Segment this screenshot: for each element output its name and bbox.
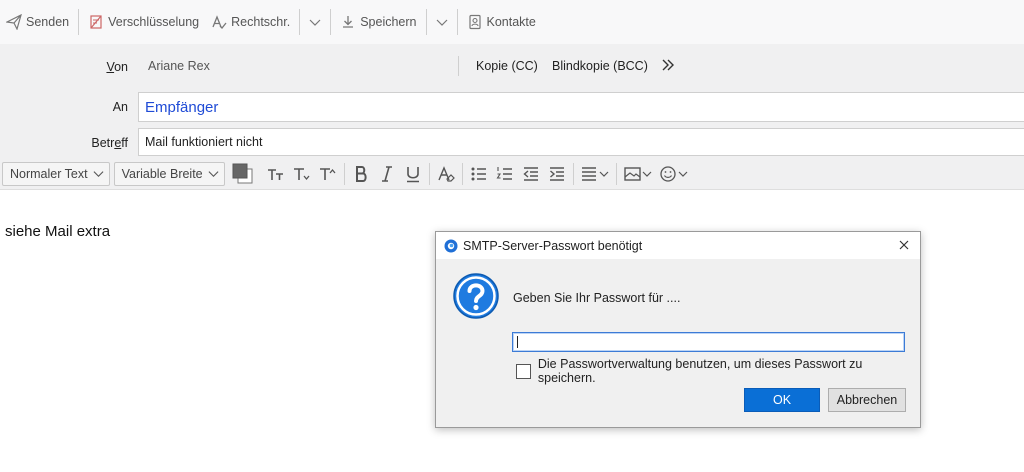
underline-button[interactable] (401, 162, 425, 186)
format-divider (461, 162, 463, 185)
recipient-input[interactable]: Empfänger (138, 92, 1024, 122)
save-password-checkbox[interactable]: Die Passwortverwaltung benutzen, um dies… (516, 357, 920, 385)
font-value: Variable Breite (121, 166, 203, 181)
send-label: Senden (26, 15, 70, 29)
paragraph-style-select[interactable]: Normaler Text (2, 161, 110, 186)
numbered-list-button[interactable] (493, 162, 517, 186)
font-size-button[interactable] (264, 162, 288, 186)
image-icon (623, 166, 652, 181)
message-body-text[interactable]: siehe Mail extra (5, 223, 110, 240)
checkbox-box[interactable] (516, 363, 531, 379)
dialog-titlebar: SMTP-Server-Passwort benötigt (436, 232, 920, 259)
add-cc-button[interactable]: Kopie (CC) (476, 59, 538, 73)
align-icon (581, 166, 609, 181)
outdent-icon (523, 166, 538, 181)
bulleted-list-button[interactable] (467, 162, 491, 186)
bullet-list-icon (471, 167, 486, 180)
format-divider (572, 162, 574, 185)
thunderbird-logo-icon (444, 239, 458, 252)
indent-button[interactable] (545, 162, 569, 186)
contacts-label: Kontakte (486, 15, 536, 29)
clear-formatting-button[interactable] (434, 162, 458, 186)
alignment-dropdown[interactable] (578, 162, 612, 186)
italic-icon (381, 165, 392, 182)
send-icon (6, 14, 22, 30)
text-color-picker[interactable] (231, 162, 255, 186)
text-caret (517, 336, 518, 348)
subject-label-start: Betr (91, 136, 115, 150)
recipient-placeholder: Empfänger (145, 98, 219, 116)
italic-button[interactable] (375, 162, 399, 186)
download-icon (343, 16, 354, 28)
increase-font-size-button[interactable] (316, 162, 340, 186)
font-size-up-icon (319, 167, 336, 180)
message-header: Von Ariane Rex Kopie (CC) Blindkopie (BC… (0, 44, 1024, 158)
header-divider (458, 56, 459, 76)
smiley-icon (659, 165, 688, 182)
chevron-down-icon (309, 19, 321, 26)
to-label: An (112, 100, 128, 114)
chevron-down-icon (93, 171, 104, 178)
contacts-button[interactable]: Kontakte (461, 7, 542, 37)
cancel-button[interactable]: Abbrechen (828, 388, 906, 412)
chevron-down-icon (208, 171, 219, 178)
from-label: Von (106, 60, 128, 74)
clear-format-icon (437, 165, 455, 182)
toolbar-divider (78, 9, 80, 35)
bold-button[interactable] (349, 162, 373, 186)
toolbar-divider (330, 9, 332, 35)
spellcheck-dropdown[interactable] (303, 7, 327, 37)
save-button[interactable]: Speichern (334, 7, 422, 37)
paragraph-style-value: Normaler Text (10, 166, 88, 181)
add-bcc-button[interactable]: Blindkopie (BCC) (552, 59, 648, 73)
password-input[interactable] (512, 332, 905, 352)
font-select[interactable]: Variable Breite (113, 161, 225, 186)
outdent-button[interactable] (519, 162, 543, 186)
chevron-down-icon (436, 19, 447, 26)
subject-label-end: ff (121, 136, 128, 150)
bold-icon (355, 165, 367, 182)
encryption-label: Verschlüsselung (108, 15, 200, 29)
spellcheck-icon (212, 15, 227, 29)
subject-label: Betreff (91, 136, 128, 150)
color-swatch-icon (232, 163, 253, 183)
format-toolbar: Normaler Text Variable Breite (0, 158, 1024, 190)
dialog-message: Geben Sie Ihr Passwort für .... (513, 291, 681, 305)
double-chevron-right-icon[interactable] (660, 56, 676, 74)
save-label: Speichern (360, 15, 417, 29)
numbered-list-icon (496, 166, 512, 180)
password-dialog: SMTP-Server-Passwort benötigt Geben Sie … (435, 231, 921, 428)
font-size-down-icon (293, 167, 310, 180)
insert-dropdown[interactable] (621, 162, 655, 186)
format-divider (615, 162, 617, 185)
toolbar-divider (456, 9, 458, 35)
encryption-icon (90, 15, 102, 29)
dialog-title: SMTP-Server-Passwort benötigt (463, 238, 643, 253)
format-divider (428, 162, 430, 185)
ok-button[interactable]: OK (744, 388, 820, 412)
address-book-icon (468, 14, 481, 30)
close-icon[interactable] (896, 237, 912, 253)
encryption-button[interactable]: Verschlüsselung (82, 7, 205, 37)
toolbar-divider (425, 9, 427, 35)
subject-input[interactable]: Mail funktioniert nicht (138, 128, 1024, 156)
from-label-accelerator: V (106, 60, 115, 74)
send-button[interactable]: Senden (0, 7, 75, 37)
from-identity-select[interactable]: Ariane Rex (148, 59, 210, 73)
save-password-label: Die Passwortverwaltung benutzen, um dies… (537, 357, 863, 385)
spellcheck-label: Rechtschr. (231, 15, 291, 29)
indent-icon (549, 166, 564, 181)
question-icon (453, 273, 499, 319)
font-size-icon (267, 168, 283, 180)
compose-toolbar: Senden Verschlüsselung Rechtschr. Speich… (0, 0, 1024, 44)
save-dropdown[interactable] (430, 7, 454, 37)
format-divider (343, 162, 345, 185)
from-label-rest: on (114, 60, 128, 74)
spellcheck-button[interactable]: Rechtschr. (205, 7, 296, 37)
toolbar-divider (299, 9, 301, 35)
underline-icon (406, 166, 419, 182)
decrease-font-size-button[interactable] (290, 162, 314, 186)
emoji-dropdown[interactable] (657, 162, 691, 186)
